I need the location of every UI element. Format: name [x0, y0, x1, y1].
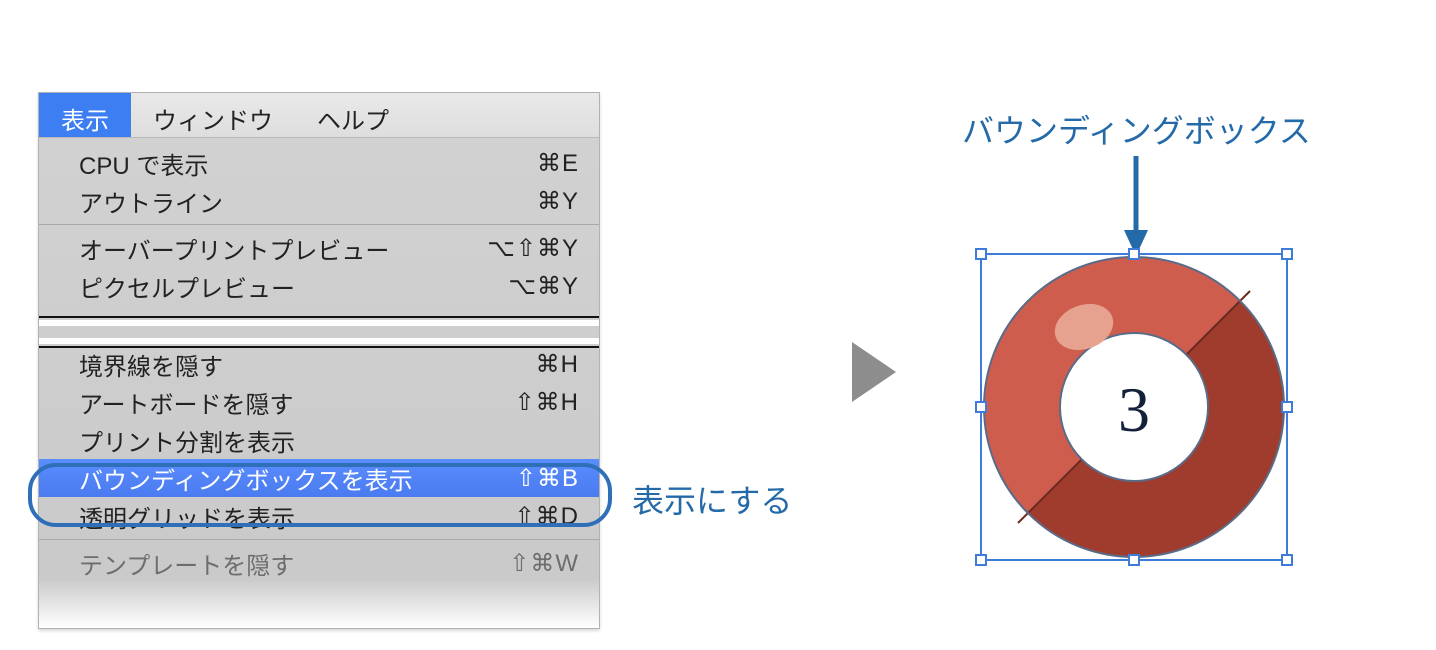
view-menu-panel: 表示 ウィンドウ ヘルプ CPU で表示 ⌘E アウトライン ⌘Y オーバープリ… [38, 92, 600, 629]
menu-item-shortcut: ⇧⌘D [515, 502, 579, 531]
view-menu-body: CPU で表示 ⌘E アウトライン ⌘Y オーバープリントプレビュー ⌥⇧⌘Y … [39, 138, 599, 628]
menu-item-hide-artboards[interactable]: アートボードを隠す ⇧⌘H [39, 383, 599, 421]
menubar-item-window[interactable]: ウィンドウ [131, 93, 295, 137]
menu-item-hide-template[interactable]: テンプレートを隠す ⇧⌘W [39, 544, 599, 582]
menu-item-shortcut: ⇧⌘B [516, 464, 579, 493]
menu-item-label: アウトライン [79, 184, 223, 219]
menu-item-outline[interactable]: アウトライン ⌘Y [39, 182, 599, 220]
menu-item-pixel-preview[interactable]: ピクセルプレビュー ⌥⌘Y [39, 267, 599, 305]
menu-item-show-bounding-box[interactable]: バウンディングボックスを表示 ⇧⌘B [39, 459, 599, 497]
menu-item-label: アートボードを隠す [79, 385, 294, 420]
menu-item-shortcut: ⇧⌘H [515, 388, 579, 417]
menubar-item-label: ヘルプ [317, 101, 389, 136]
bbox-handle-e[interactable] [1281, 401, 1293, 413]
cut-line-icon [39, 346, 599, 348]
menu-item-show-transparency-grid[interactable]: 透明グリッドを表示 ⇧⌘D [39, 497, 599, 535]
bbox-handle-s[interactable] [1128, 554, 1140, 566]
menu-item-shortcut: ⇧⌘W [509, 549, 579, 578]
menubar-item-label: 表示 [61, 101, 109, 136]
menubar-item-view[interactable]: 表示 [39, 93, 131, 137]
bbox-handle-n[interactable] [1128, 248, 1140, 260]
bbox-handle-ne[interactable] [1281, 248, 1293, 260]
cut-gap [39, 338, 599, 344]
menu-separator [39, 224, 599, 225]
menu-item-label: オーバープリントプレビュー [79, 231, 389, 266]
menubar-item-help[interactable]: ヘルプ [295, 93, 411, 137]
ball-artwork: 3 [982, 255, 1286, 559]
menu-item-hide-edges[interactable]: 境界線を隠す ⌘H [39, 345, 599, 383]
annotation-make-visible: 表示にする [632, 476, 792, 522]
ball-number: 3 [1118, 374, 1150, 445]
menu-item-label: 境界線を隠す [79, 347, 223, 382]
menu-item-label: 透明グリッドを表示 [79, 499, 295, 534]
arrow-right-icon [852, 342, 896, 402]
bounding-box[interactable]: 3 [980, 253, 1288, 561]
bbox-handle-w[interactable] [975, 401, 987, 413]
menu-item-shortcut: ⌥⇧⌘Y [487, 234, 579, 263]
menu-item-shortcut: ⌥⌘Y [508, 272, 579, 301]
menu-separator [39, 539, 599, 540]
menu-item-label: テンプレートを隠す [79, 546, 294, 581]
menu-item-overprint-preview[interactable]: オーバープリントプレビュー ⌥⇧⌘Y [39, 229, 599, 267]
cut-line-icon [39, 316, 599, 318]
menu-item-label: プリント分割を表示 [79, 423, 295, 458]
menu-item-shortcut: ⌘E [537, 149, 579, 178]
cut-gap [39, 320, 599, 326]
menu-item-label: CPU で表示 [79, 146, 208, 181]
menu-item-label: ピクセルプレビュー [79, 269, 295, 304]
app-menubar: 表示 ウィンドウ ヘルプ [39, 93, 599, 138]
menubar-item-label: ウィンドウ [153, 101, 273, 136]
menu-item-show-print-tiling[interactable]: プリント分割を表示 [39, 421, 599, 459]
bbox-handle-sw[interactable] [975, 554, 987, 566]
bbox-handle-se[interactable] [1281, 554, 1293, 566]
menu-item-cpu-preview[interactable]: CPU で表示 ⌘E [39, 144, 599, 182]
arrow-down-icon [1116, 156, 1156, 261]
bbox-handle-nw[interactable] [975, 248, 987, 260]
menu-item-label: バウンディングボックスを表示 [79, 461, 413, 496]
annotation-bounding-box-label: バウンディングボックス [962, 106, 1311, 152]
menu-item-shortcut: ⌘H [536, 350, 579, 379]
fade-bottom [39, 578, 599, 628]
menu-item-shortcut: ⌘Y [537, 187, 579, 216]
